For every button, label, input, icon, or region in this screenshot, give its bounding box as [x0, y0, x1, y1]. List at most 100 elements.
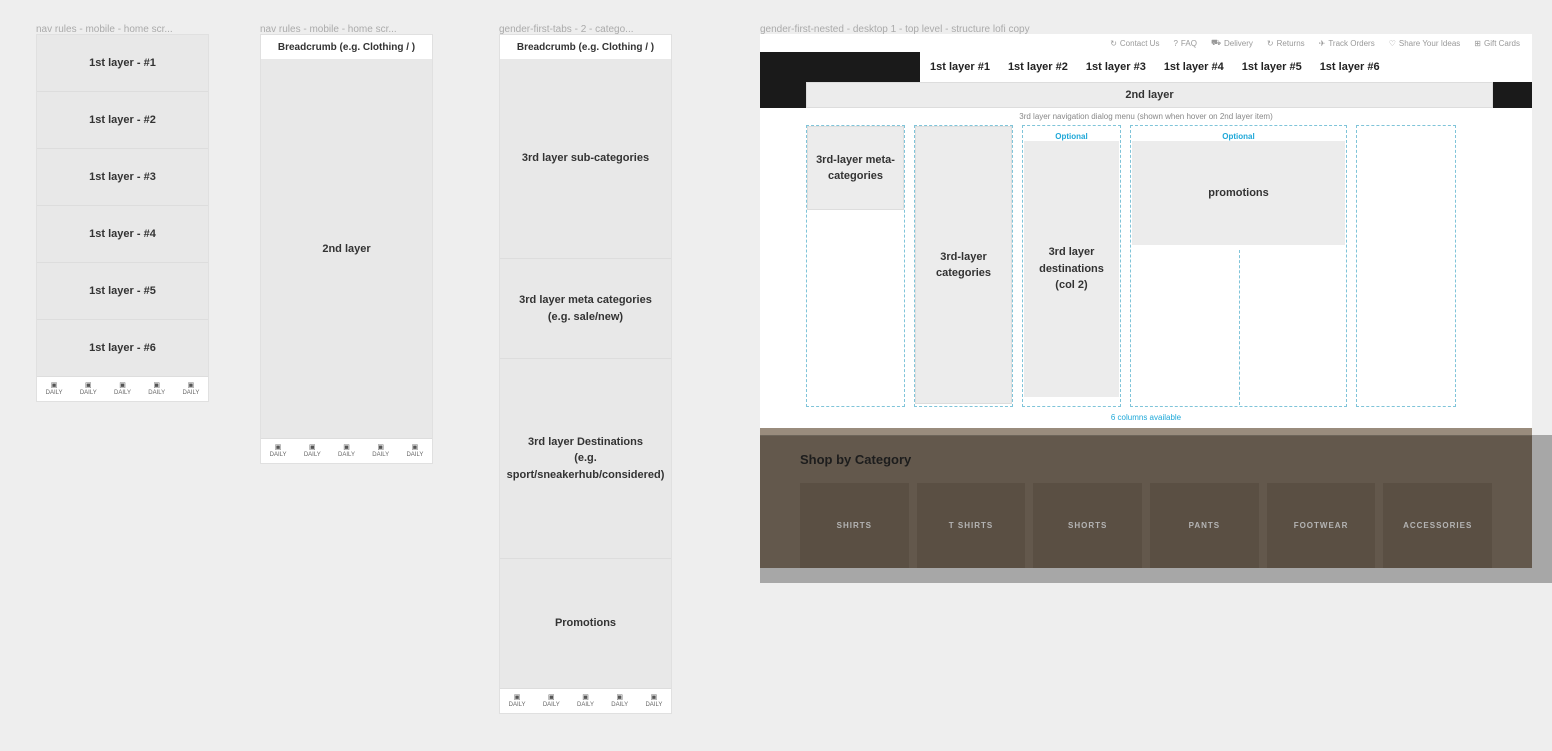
utility-link[interactable]: ⛟Delivery	[1211, 38, 1253, 48]
meta-categories-box[interactable]: 3rd-layer meta-categories	[807, 126, 904, 210]
tabbar-item[interactable]: ▣DAILY	[261, 439, 295, 463]
tabbar-item[interactable]: ▣DAILY	[174, 377, 208, 401]
first-layer-item-4[interactable]: 1st layer - #4	[37, 206, 208, 263]
tab-label: DAILY	[148, 390, 165, 396]
tab-icon: ▣	[343, 444, 350, 451]
content-slice	[760, 428, 1532, 436]
col-empty	[1356, 125, 1456, 407]
nav-spacer-left	[760, 82, 806, 108]
breadcrumb[interactable]: Breadcrumb (e.g. Clothing / )	[500, 35, 671, 59]
tab-label: DAILY	[114, 390, 131, 396]
first-layer-item-3[interactable]: 1st layer - #3	[37, 149, 208, 206]
tabbar-item[interactable]: ▣DAILY	[603, 689, 637, 713]
tab-label: DAILY	[645, 702, 662, 708]
link-label: Contact Us	[1120, 39, 1160, 48]
tabbar-item[interactable]: ▣DAILY	[534, 689, 568, 713]
utility-link[interactable]: ↻Contact Us	[1110, 39, 1159, 48]
tabbar-item[interactable]: ▣DAILY	[140, 377, 174, 401]
tab-icon: ▣	[275, 444, 282, 451]
nav-first-layer-item-5[interactable]: 1st layer #5	[1242, 61, 1302, 73]
utility-link[interactable]: ↻Returns	[1267, 39, 1305, 48]
mobile-frame-3: Breadcrumb (e.g. Clothing / ) 3rd layer …	[499, 34, 672, 714]
link-icon: ↻	[1267, 39, 1274, 48]
category-tile[interactable]: ACCESSORIES	[1383, 483, 1492, 568]
first-layer-item-1[interactable]: 1st layer - #1	[37, 35, 208, 92]
link-label: Delivery	[1224, 39, 1253, 48]
link-icon: ?	[1173, 39, 1177, 48]
tabbar-item[interactable]: ▣DAILY	[500, 689, 534, 713]
tabbar-item[interactable]: ▣DAILY	[637, 689, 671, 713]
link-icon: ♡	[1389, 39, 1396, 48]
tabbar-item[interactable]: ▣DAILY	[105, 377, 139, 401]
tab-label: DAILY	[270, 452, 287, 458]
tabbar-item[interactable]: ▣DAILY	[329, 439, 363, 463]
second-layer-panel[interactable]: 2nd layer	[261, 59, 432, 439]
link-icon: ⛟	[1211, 38, 1221, 48]
col-categories: 3rd-layer categories	[914, 125, 1013, 407]
tab-label: DAILY	[509, 702, 526, 708]
link-icon: ✈	[1319, 39, 1326, 48]
first-layer-item-5[interactable]: 1st layer - #5	[37, 263, 208, 320]
third-layer-row-3[interactable]: 3rd layer Destinations (e.g. sport/sneak…	[500, 359, 671, 559]
tab-icon: ▣	[616, 694, 623, 701]
tabbar-item[interactable]: ▣DAILY	[71, 377, 105, 401]
tab-label: DAILY	[182, 390, 199, 396]
link-icon: ⊞	[1474, 39, 1481, 48]
shop-by-category-section: Shop by Category SHIRTST SHIRTSSHORTSPAN…	[760, 436, 1532, 568]
tabbar-item[interactable]: ▣DAILY	[398, 439, 432, 463]
link-label: Share Your Ideas	[1399, 39, 1460, 48]
col-promotions: Optional promotions	[1130, 125, 1347, 407]
link-label: FAQ	[1181, 39, 1197, 48]
tab-label: DAILY	[46, 390, 63, 396]
col-meta-categories: 3rd-layer meta-categories	[806, 125, 905, 407]
mega-menu-columns: 3rd-layer meta-categories 3rd-layer cate…	[760, 125, 1532, 413]
third-layer-row-1[interactable]: 3rd layer sub-categories	[500, 59, 671, 259]
category-tile[interactable]: FOOTWEAR	[1267, 483, 1376, 568]
category-tile[interactable]: SHIRTS	[800, 483, 909, 568]
tab-label: DAILY	[338, 452, 355, 458]
category-tile[interactable]: T SHIRTS	[917, 483, 1026, 568]
nav-first-layer-item-2[interactable]: 1st layer #2	[1008, 61, 1068, 73]
primary-nav-bar: 1st layer #1 1st layer #2 1st layer #3 1st …	[760, 52, 1532, 82]
third-layer-row-2[interactable]: 3rd layer meta categories (e.g. sale/new…	[500, 259, 671, 359]
optional-label: Optional	[1023, 126, 1120, 141]
tab-label: DAILY	[543, 702, 560, 708]
mobile-frame-1: 1st layer - #11st layer - #21st layer - …	[36, 34, 209, 402]
tabbar-item[interactable]: ▣DAILY	[37, 377, 71, 401]
tabbar-item[interactable]: ▣DAILY	[295, 439, 329, 463]
tab-icon: ▣	[582, 694, 589, 701]
nav-first-layer-item-4[interactable]: 1st layer #4	[1164, 61, 1224, 73]
second-layer-label[interactable]: 2nd layer	[806, 82, 1493, 108]
category-tile[interactable]: SHORTS	[1033, 483, 1142, 568]
utility-link[interactable]: ✈Track Orders	[1319, 39, 1375, 48]
nav-first-layer-item-1[interactable]: 1st layer #1	[930, 61, 990, 73]
tabbar-item[interactable]: ▣DAILY	[568, 689, 602, 713]
tab-icon: ▣	[153, 382, 160, 389]
tabbar-item[interactable]: ▣DAILY	[364, 439, 398, 463]
destinations-line1: 3rd layer destinations	[1030, 244, 1113, 277]
nav-first-layer-item-3[interactable]: 1st layer #3	[1086, 61, 1146, 73]
shop-by-category-title: Shop by Category	[800, 452, 1492, 467]
tab-icon: ▣	[51, 382, 58, 389]
first-layer-item-6[interactable]: 1st layer - #6	[37, 320, 208, 377]
promotions-box[interactable]: promotions	[1132, 141, 1345, 245]
tab-icon: ▣	[85, 382, 92, 389]
link-icon: ↻	[1110, 39, 1117, 48]
utility-link[interactable]: ? FAQ	[1173, 39, 1196, 48]
category-tile[interactable]: PANTS	[1150, 483, 1259, 568]
categories-box[interactable]: 3rd-layer categories	[915, 126, 1012, 404]
first-layer-nav: 1st layer #1 1st layer #2 1st layer #3 1st …	[920, 52, 1532, 82]
first-layer-item-2[interactable]: 1st layer - #2	[37, 92, 208, 149]
third-layer-row-4[interactable]: Promotions	[500, 559, 671, 689]
tab-icon: ▣	[309, 444, 316, 451]
tab-label: DAILY	[372, 452, 389, 458]
tab-label: DAILY	[577, 702, 594, 708]
breadcrumb[interactable]: Breadcrumb (e.g. Clothing / )	[261, 35, 432, 59]
tab-label: DAILY	[304, 452, 321, 458]
destinations-box[interactable]: 3rd layer destinations (col 2)	[1024, 141, 1119, 397]
utility-link[interactable]: ⊞Gift Cards	[1474, 39, 1520, 48]
category-grid: SHIRTST SHIRTSSHORTSPANTSFOOTWEARACCESSO…	[800, 483, 1492, 568]
nav-first-layer-item-6[interactable]: 1st layer #6	[1320, 61, 1380, 73]
utility-link[interactable]: ♡Share Your Ideas	[1389, 39, 1461, 48]
optional-label: Optional	[1131, 126, 1346, 141]
